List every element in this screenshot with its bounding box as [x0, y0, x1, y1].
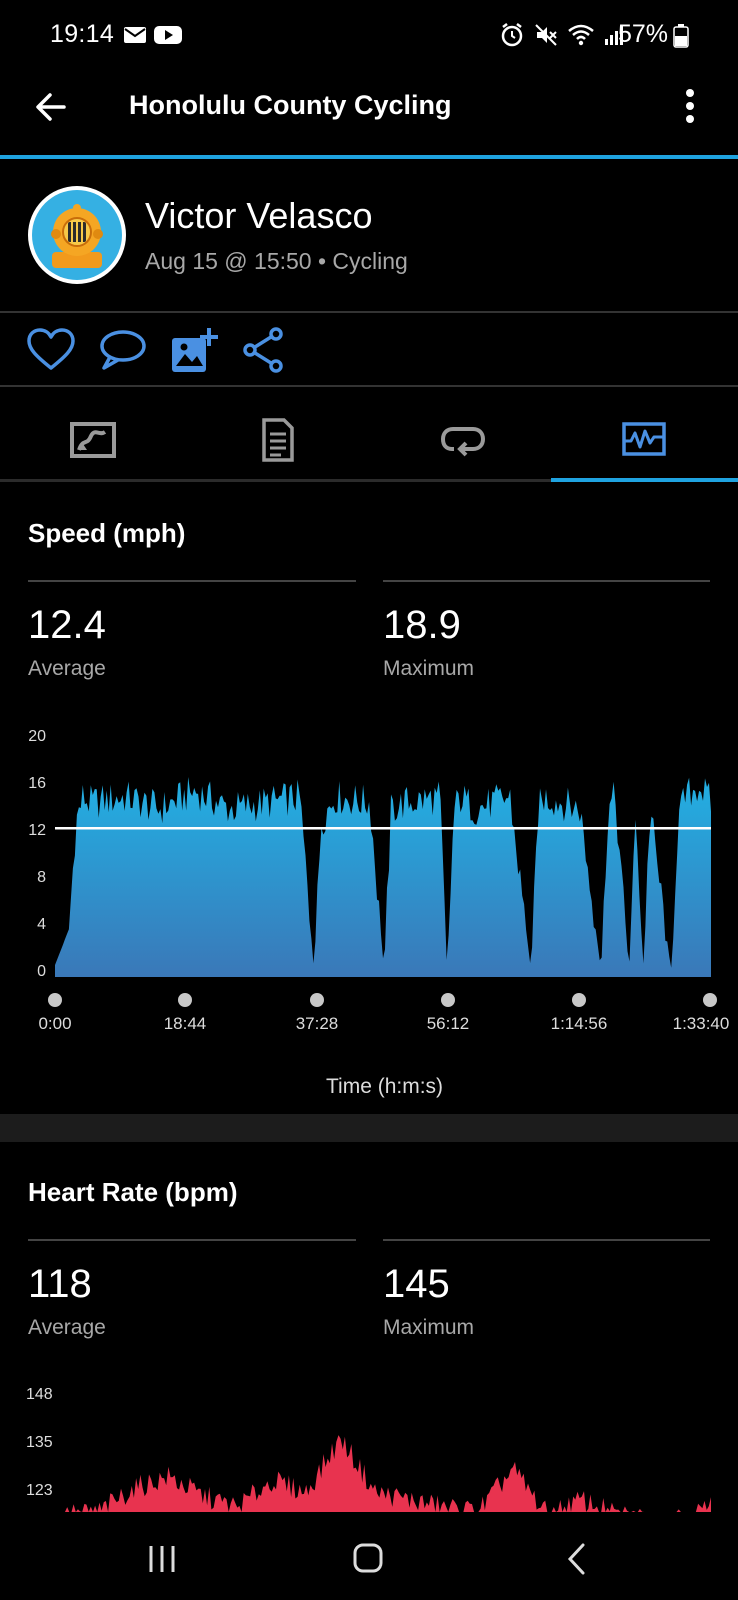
- divider: [28, 580, 356, 582]
- heart-rate-area: [65, 1435, 711, 1512]
- x-axis-dot: [441, 993, 455, 1007]
- status-bar: 19:14 57%: [0, 0, 738, 72]
- share-icon[interactable]: [242, 326, 292, 374]
- heart-rate-title: Heart Rate (bpm): [28, 1177, 238, 1207]
- divider: [383, 1239, 710, 1241]
- divider: [0, 385, 738, 387]
- battery-icon: [673, 24, 689, 48]
- speed-x-tick: 0:00: [38, 1014, 72, 1033]
- app-bar: Honolulu County Cycling: [0, 72, 738, 156]
- x-axis-dot: [703, 993, 717, 1007]
- avatar[interactable]: [28, 186, 126, 284]
- add-photo-icon[interactable]: [170, 326, 220, 374]
- mute-icon: [535, 24, 557, 46]
- more-options-icon[interactable]: [684, 88, 696, 124]
- home-icon[interactable]: [352, 1542, 384, 1574]
- hr-y-tick: 135: [26, 1434, 53, 1451]
- wifi-icon: [568, 24, 594, 46]
- back-arrow-icon[interactable]: [34, 90, 68, 124]
- x-axis-dot: [178, 993, 192, 1007]
- speed-x-tick: 37:28: [295, 1014, 339, 1033]
- speed-y-tick: 20: [28, 728, 46, 745]
- page-title: Honolulu County Cycling: [129, 90, 452, 120]
- hr-y-tick: 123: [26, 1482, 53, 1499]
- document-icon: [261, 418, 294, 462]
- speed-average-value: 12.4: [28, 603, 106, 647]
- speed-maximum-label: Maximum: [383, 657, 475, 680]
- hr-average-value: 118: [28, 1262, 92, 1306]
- tab-charts[interactable]: [551, 405, 736, 475]
- hr-y-tick: 148: [26, 1386, 53, 1403]
- speed-x-tick: 1:14:56: [550, 1014, 608, 1033]
- speed-chart[interactable]: [55, 737, 711, 977]
- speed-x-tick: 1:33:40: [672, 1014, 730, 1033]
- like-heart-icon[interactable]: [26, 326, 76, 374]
- tab-map[interactable]: [0, 405, 185, 475]
- speed-x-tick: 56:12: [426, 1014, 470, 1033]
- mail-icon: [124, 27, 146, 43]
- active-tab-indicator: [551, 478, 738, 482]
- chart-icon: [621, 422, 666, 456]
- speed-x-tick: 18:44: [163, 1014, 207, 1033]
- x-axis-dot: [310, 993, 324, 1007]
- activity-subline: Aug 15 @ 15:50 • Cycling: [145, 248, 408, 274]
- speed-title: Speed (mph): [28, 518, 186, 548]
- divider: [0, 311, 738, 313]
- map-icon: [69, 422, 116, 458]
- hr-maximum-value: 145: [383, 1262, 450, 1306]
- tab-details[interactable]: [185, 405, 370, 475]
- x-axis-dot: [572, 993, 586, 1007]
- speed-y-tick: 8: [37, 869, 46, 886]
- speed-maximum-value: 18.9: [383, 603, 461, 647]
- diving-helmet-icon: [51, 204, 103, 268]
- system-back-icon[interactable]: [565, 1542, 587, 1576]
- section-separator: [0, 1114, 738, 1142]
- speed-y-tick: 0: [37, 963, 46, 980]
- speed-y-tick: 16: [28, 775, 46, 792]
- heart-rate-chart[interactable]: [65, 1400, 711, 1512]
- youtube-icon: [154, 26, 182, 44]
- alarm-icon: [501, 23, 523, 47]
- speed-x-axis-title: Time (h:m:s): [326, 1075, 444, 1098]
- system-nav-bar: [0, 1520, 738, 1600]
- status-time: 19:14: [50, 20, 115, 48]
- tab-laps[interactable]: [370, 405, 555, 475]
- recent-apps-icon[interactable]: [147, 1544, 177, 1574]
- hr-average-label: Average: [28, 1316, 106, 1339]
- user-name[interactable]: Victor Velasco: [145, 195, 372, 237]
- battery-percent: 57%: [618, 20, 669, 48]
- laps-loop-icon: [440, 427, 485, 457]
- speed-y-tick: 4: [37, 916, 46, 933]
- divider: [383, 580, 710, 582]
- x-axis-dot: [48, 993, 62, 1007]
- divider: [28, 1239, 356, 1241]
- header-accent-line: [0, 155, 738, 159]
- hr-maximum-label: Maximum: [383, 1316, 475, 1339]
- speed-area: [55, 777, 711, 977]
- comment-icon[interactable]: [98, 326, 148, 374]
- speed-average-label: Average: [28, 657, 106, 680]
- speed-y-tick: 12: [28, 822, 46, 839]
- tab-bar-line: [0, 479, 551, 482]
